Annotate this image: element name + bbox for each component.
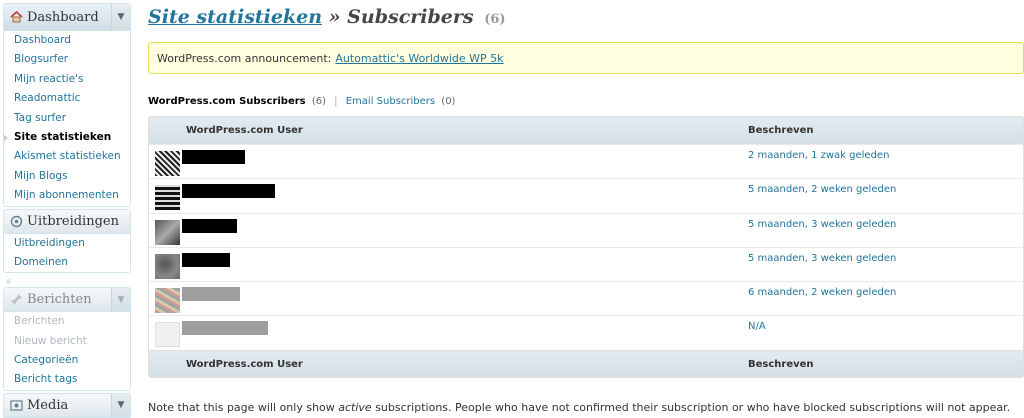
tab-count: (6) [311,96,326,107]
subscribed-since: 5 maanden, 3 weken geleden [748,218,897,230]
menu-item-my-comments[interactable]: Mijn reactie's [4,70,130,89]
column-footer-since: Beschreven [748,358,814,370]
avatar [155,253,180,279]
table-row: 5 maanden, 3 weken geleden [149,246,1023,282]
menu-item-site-stats[interactable]: Site statistieken [4,128,130,147]
subscribers-table: WordPress.com User Beschreven 2 maanden,… [148,116,1024,378]
menu-item-extensions[interactable]: Uitbreidingen [4,234,130,253]
menu-group-berichten: Berichten ▼ Berichten Nieuw bericht Cate… [3,287,131,391]
announcement-banner: WordPress.com announcement: Automattic's… [148,42,1024,74]
menu-item-post-tags[interactable]: Bericht tags [4,370,130,389]
table-row: 5 maanden, 3 weken geleden [149,212,1023,247]
breadcrumb-site-stats[interactable]: Site statistieken [148,6,322,28]
menu-item-domains[interactable]: Domeinen [4,253,130,272]
tab-email-subscribers[interactable]: Email Subscribers [346,96,435,107]
footnote-text: subscriptions. People who have not confi… [371,401,1011,414]
menu-item-readomattic[interactable]: Readomattic [4,89,130,108]
page-title-text: Subscribers [347,6,474,28]
subscribed-since: 2 maanden, 1 zwak geleden [748,150,890,161]
menu-item-akismet-stats[interactable]: Akismet statistieken [4,147,130,166]
subscribed-since: 5 maanden, 3 weken geleden [748,252,897,264]
subscribed-since: 5 maanden, 2 weken geleden [748,184,897,196]
table-row: 2 maanden, 1 zwak geleden [149,144,1023,179]
footnote-emphasis: active [338,401,372,414]
menu-heading-uitbreidingen[interactable]: Uitbreidingen [4,209,130,234]
table-row: 6 maanden, 2 weken geleden [149,281,1023,316]
tab-count: (0) [441,96,456,107]
media-icon [9,398,23,412]
redacted-username [182,321,268,336]
subscriber-count: (6) [484,12,506,27]
table-row: 5 maanden, 2 weken geleden [149,178,1023,213]
announcement-prefix: WordPress.com announcement: [157,51,332,65]
redacted-username [182,218,237,233]
pin-icon [9,293,23,307]
footnote: Note that this page will only show activ… [148,401,1010,414]
page-title: Site statistieken » Subscribers (6) [148,6,506,28]
chevron-down-icon[interactable]: ▼ [111,393,130,417]
avatar [155,185,180,211]
menu-item-new-post[interactable]: Nieuw bericht [4,332,130,351]
menu-heading-label: Dashboard [27,9,99,25]
menu-heading-label: Media [27,397,69,413]
menu-group-uitbreidingen: Uitbreidingen Uitbreidingen Domeinen [3,208,131,274]
chevron-down-icon[interactable]: ▼ [111,288,130,312]
menu-item-my-subscriptions[interactable]: Mijn abonnementen [4,186,130,205]
menu-item-blogsurfer[interactable]: Blogsurfer [4,50,130,69]
menu-item-posts[interactable]: Berichten [4,312,130,331]
menu-heading-berichten[interactable]: Berichten ▼ [4,288,130,313]
menu-group-dashboard: Dashboard ▼ Dashboard Blogsurfer Mijn re… [3,3,131,207]
table-row: N/A [149,315,1023,350]
menu-group-media: Media ▼ [3,392,131,418]
menu-heading-label: Berichten [27,292,92,308]
column-header-user: WordPress.com User [186,125,303,136]
menu-heading-dashboard[interactable]: Dashboard ▼ [4,4,130,31]
avatar [155,322,180,348]
menu-heading-media[interactable]: Media ▼ [4,393,130,418]
subscribed-since: N/A [748,321,766,333]
column-footer-user: WordPress.com User [186,358,303,370]
menu-item-categories[interactable]: Categorieën [4,351,130,370]
subscriber-type-nav: WordPress.com Subscribers (6) | Email Su… [148,96,455,107]
announcement-link[interactable]: Automattic's Worldwide WP 5k [335,52,503,65]
avatar [155,288,180,314]
menu-item-dashboard[interactable]: Dashboard [4,31,130,50]
avatar [155,151,180,176]
table-header: WordPress.com User Beschreven [149,117,1023,144]
menu-item-tag-surfer[interactable]: Tag surfer [4,109,130,128]
chevron-down-icon[interactable]: ▼ [111,4,130,30]
table-footer: WordPress.com User Beschreven [149,349,1023,377]
avatar [155,219,180,245]
tab-wordpress-subscribers[interactable]: WordPress.com Subscribers [148,96,306,107]
footnote-text: Note that this page will only show [148,401,339,414]
redacted-username [182,150,245,164]
menu-separator [3,279,131,287]
home-icon [9,10,23,24]
tab-separator: | [334,96,338,107]
menu-item-my-blogs[interactable]: Mijn Blogs [4,167,130,186]
redacted-username [182,287,240,302]
admin-sidebar: Dashboard ▼ Dashboard Blogsurfer Mijn re… [3,3,131,418]
menu-heading-label: Uitbreidingen [27,213,119,229]
subscribed-since: 6 maanden, 2 weken geleden [748,287,897,299]
column-header-since: Beschreven [748,125,814,136]
plugin-icon [9,214,23,228]
redacted-username [182,184,275,199]
breadcrumb-separator: » [328,6,341,28]
redacted-username [182,252,230,267]
